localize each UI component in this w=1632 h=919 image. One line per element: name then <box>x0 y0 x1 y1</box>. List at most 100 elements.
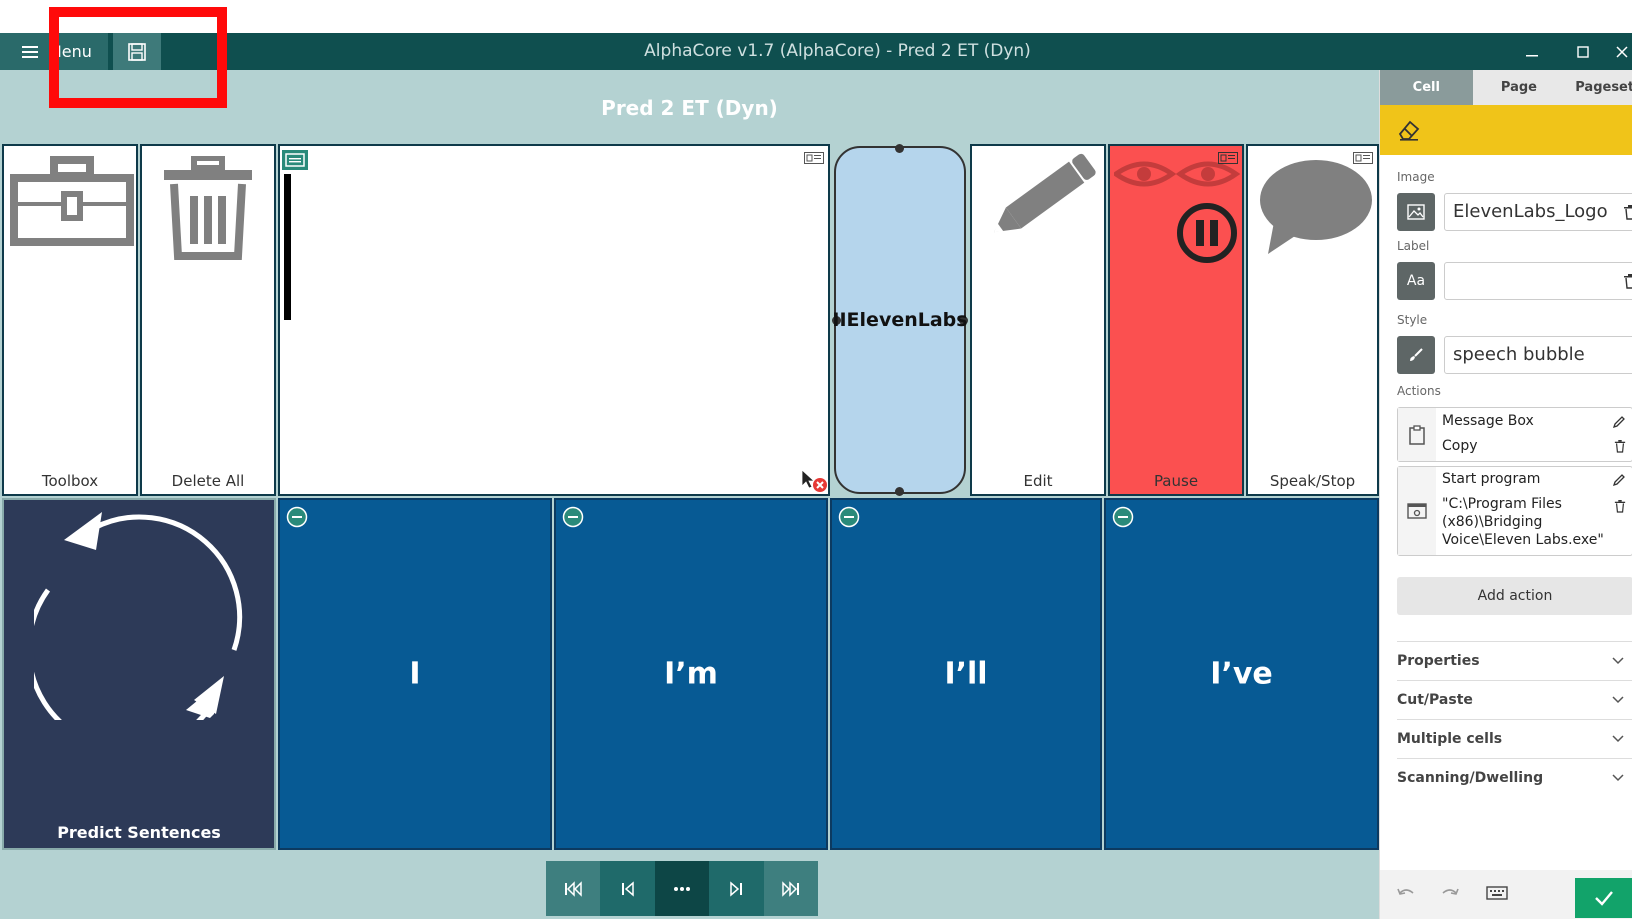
redo-icon[interactable] <box>1440 885 1460 901</box>
image-button[interactable] <box>1397 193 1435 231</box>
more-button[interactable] <box>654 861 710 916</box>
image-value: ElevenLabs_Logo <box>1453 201 1608 222</box>
cell-label: Predict Sentences <box>57 823 221 842</box>
pencil-icon[interactable] <box>1612 415 1626 429</box>
pencil-icon[interactable] <box>1612 473 1626 487</box>
action-message-box[interactable]: Message Box Copy <box>1397 407 1632 462</box>
multiple-cells-accordion[interactable]: Multiple cells <box>1397 719 1632 758</box>
edit-mode-strip <box>1380 105 1632 155</box>
action-line: Voice\Eleven Labs.exe" <box>1442 532 1604 548</box>
pause-cell[interactable]: Pause <box>1108 144 1244 496</box>
trash-icon[interactable] <box>1623 204 1632 220</box>
style-section-title: Style <box>1397 313 1428 327</box>
accordion-label: Scanning/Dwelling <box>1397 770 1544 786</box>
word-label: I’m <box>664 656 718 692</box>
image-icon <box>1407 204 1425 220</box>
properties-accordion[interactable]: Properties <box>1397 641 1632 680</box>
edit-cell[interactable]: Edit <box>970 144 1106 496</box>
first-page-button[interactable] <box>546 861 601 916</box>
trash-icon[interactable] <box>1614 439 1626 453</box>
toolbox-icon <box>10 156 134 246</box>
refresh-cycle-icon <box>34 512 243 720</box>
delete-all-cell[interactable]: Delete All <box>140 144 276 496</box>
message-bar-cell[interactable] <box>278 144 830 496</box>
skip-forward-icon <box>730 880 743 897</box>
style-field[interactable]: speech bubble <box>1444 336 1632 374</box>
word-label: I <box>409 656 421 692</box>
minimize-button[interactable] <box>1517 33 1547 70</box>
style-button[interactable] <box>1397 336 1435 374</box>
image-section-title: Image <box>1397 170 1435 184</box>
word-cell[interactable]: I’ve <box>1104 498 1379 850</box>
cell-label: Toolbox <box>41 472 99 490</box>
cell-label: Delete All <box>171 472 245 490</box>
predict-sentences-cell[interactable]: Predict Sentences <box>2 498 276 850</box>
chevron-down-icon <box>1612 657 1624 665</box>
action-line: (x86)\Bridging <box>1442 514 1543 530</box>
remove-icon <box>838 506 860 528</box>
skip-first-icon <box>565 880 582 897</box>
hamburger-icon <box>22 45 38 58</box>
maximize-button[interactable] <box>1568 33 1598 70</box>
skip-back-icon <box>621 880 634 897</box>
speak-stop-cell[interactable]: Speak/Stop <box>1246 144 1379 496</box>
word-cell[interactable]: I’m <box>554 498 828 850</box>
cell-type-icon <box>1353 152 1373 164</box>
remove-icon <box>562 506 584 528</box>
action-line: Message Box <box>1442 413 1534 429</box>
selection-handle <box>895 487 904 496</box>
scanning-dwelling-accordion[interactable]: Scanning/Dwelling <box>1397 758 1632 797</box>
tab-page[interactable]: Page <box>1473 70 1566 105</box>
close-icon <box>1616 45 1628 58</box>
tab-pageset[interactable]: Pageset <box>1565 70 1632 105</box>
eraser-icon <box>1398 120 1420 141</box>
elevenlabs-cell[interactable]: IIElevenLabs <box>832 144 968 496</box>
word-cell[interactable]: I’ll <box>830 498 1102 850</box>
program-icon-col <box>1398 467 1436 555</box>
program-window-icon <box>1407 503 1427 519</box>
skip-last-icon <box>782 880 799 897</box>
selection-handle <box>895 144 904 153</box>
action-line: "C:\Program Files <box>1442 496 1562 512</box>
next-page-button[interactable] <box>709 861 764 916</box>
minimize-icon <box>1526 54 1538 56</box>
app-window: AlphaCore v1.7 (AlphaCore) - Pred 2 ET (… <box>0 0 1632 919</box>
chevron-down-icon <box>1612 774 1624 782</box>
bottom-bar <box>0 852 1379 919</box>
action-line: Copy <box>1442 438 1478 454</box>
chevron-down-icon <box>1612 696 1624 704</box>
action-line: Start program <box>1442 471 1541 487</box>
accordion-label: Cut/Paste <box>1397 692 1473 708</box>
confirm-button[interactable] <box>1575 878 1632 918</box>
image-field[interactable]: ElevenLabs_Logo <box>1444 193 1632 231</box>
close-button[interactable] <box>1612 33 1632 70</box>
trash-icon[interactable] <box>1623 273 1632 289</box>
tab-cell[interactable]: Cell <box>1380 70 1473 105</box>
cell-grid: Toolbox Delete All IIElevenLabs Edit Pau… <box>0 142 1379 852</box>
toolbox-cell[interactable]: Toolbox <box>2 144 138 496</box>
panel-tabs: Cell Page Pageset <box>1380 70 1632 105</box>
keyboard-icon[interactable] <box>1486 886 1508 900</box>
label-field[interactable] <box>1444 262 1632 300</box>
title-bar: AlphaCore v1.7 (AlphaCore) - Pred 2 ET (… <box>0 33 1632 70</box>
add-action-button[interactable]: Add action <box>1397 577 1632 615</box>
mouse-pointer-icon <box>801 469 827 492</box>
highlight-box <box>49 7 227 108</box>
clipboard-icon-col <box>1398 408 1436 461</box>
undo-icon[interactable] <box>1396 885 1416 901</box>
cut-paste-accordion[interactable]: Cut/Paste <box>1397 680 1632 719</box>
properties-panel: Cell Page Pageset Image ElevenLabs_Logo … <box>1379 70 1632 919</box>
message-icon <box>282 150 308 170</box>
label-button[interactable]: Aa <box>1397 262 1435 300</box>
cell-label: Speak/Stop <box>1269 472 1356 490</box>
trash-icon[interactable] <box>1614 499 1626 513</box>
checkmark-icon <box>1595 891 1613 906</box>
word-cell[interactable]: I <box>278 498 552 850</box>
trash-icon <box>164 156 252 260</box>
cell-label: Pause <box>1153 472 1199 490</box>
action-start-program[interactable]: Start program "C:\Program Files (x86)\Br… <box>1397 466 1632 556</box>
previous-page-button[interactable] <box>600 861 655 916</box>
clipboard-icon <box>1409 424 1425 445</box>
speech-bubble-icon <box>1260 160 1372 254</box>
last-page-button[interactable] <box>763 861 819 916</box>
